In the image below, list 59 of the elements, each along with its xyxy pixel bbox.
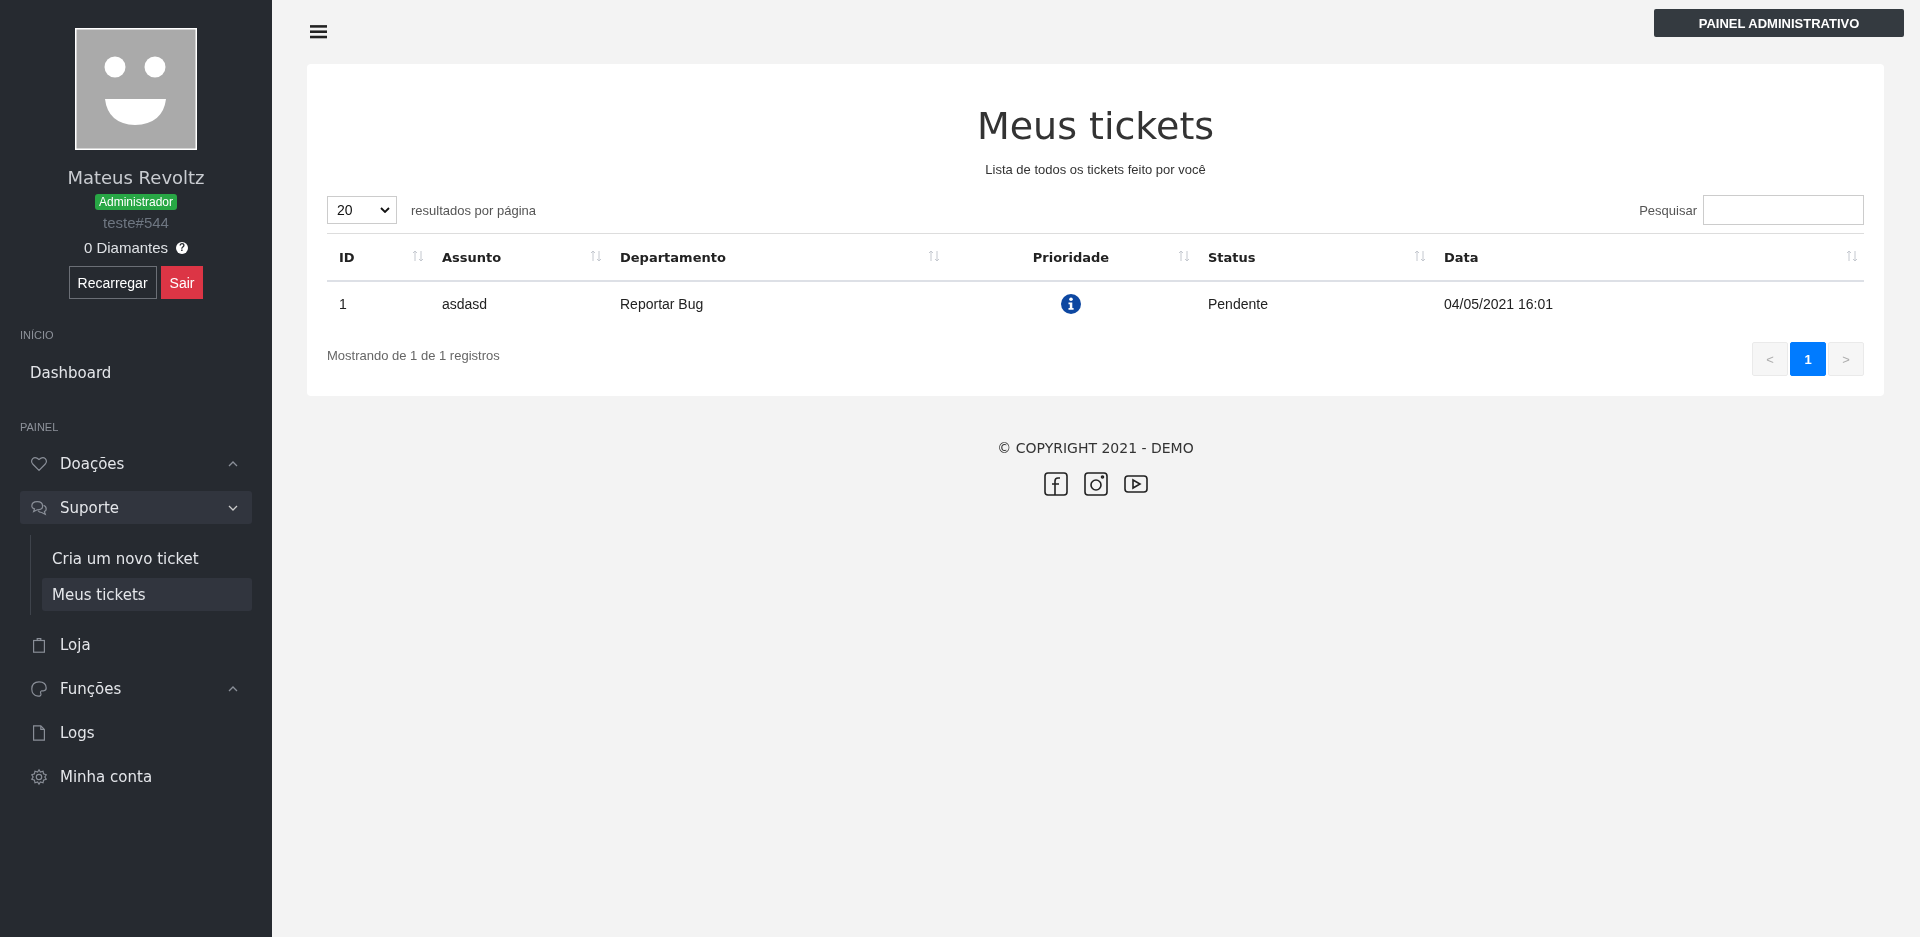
reload-button[interactable]: Recarregar: [68, 266, 157, 299]
menu-item[interactable]: Minha conta: [20, 760, 252, 793]
copyright-text: © COPYRIGHT 2021 - DEMO: [997, 440, 1194, 456]
table-cell: asdasd: [442, 296, 488, 312]
page-button[interactable]: 1: [1790, 342, 1826, 376]
gear-icon: [30, 767, 48, 786]
menu-item[interactable]: Dashboard: [20, 355, 252, 391]
table-cell: 04/05/2021 16:01: [1444, 296, 1553, 312]
user-tag: teste#544: [103, 214, 169, 231]
palette-icon: [30, 679, 48, 698]
role-badge: Administrador: [95, 194, 177, 210]
page-title: Meus tickets: [975, 104, 1216, 148]
user-name: Mateus Revoltz: [67, 167, 205, 188]
caret-icon: [380, 207, 390, 213]
file-icon: [30, 723, 48, 742]
section-heading: PAINEL: [20, 421, 60, 433]
help-icon[interactable]: ?: [176, 241, 189, 254]
menu-item[interactable]: Logs: [20, 716, 252, 749]
bag-icon: [30, 635, 48, 654]
page-subtitle: Lista de todos os tickets feito por você: [984, 162, 1207, 177]
submenu-item[interactable]: Cria um novo ticket: [42, 542, 252, 575]
per-page-select[interactable]: 20: [327, 196, 397, 224]
admin-panel-button[interactable]: PAINEL ADMINISTRATIVO: [1654, 9, 1904, 37]
chevron-icon: [228, 685, 238, 692]
search-label: Pesquisar: [1639, 202, 1697, 218]
sort-icon: [928, 250, 940, 262]
menu-icon[interactable]: [310, 23, 327, 39]
sort-icon: [412, 250, 424, 262]
menu-item[interactable]: Doações: [20, 447, 252, 480]
records-info: Mostrando de 1 de 1 registros: [327, 347, 500, 363]
play-icon[interactable]: [1123, 472, 1148, 496]
diamonds-count: 0 Diamantes: [83, 239, 169, 256]
instagram-icon[interactable]: [1083, 472, 1108, 496]
chevron-icon: [228, 460, 238, 467]
chat-icon: [30, 498, 48, 517]
chevron-icon: [228, 504, 238, 511]
column-header[interactable]: Status: [1196, 233, 1432, 281]
column-header[interactable]: Data: [1432, 233, 1864, 281]
sort-icon: [1846, 250, 1858, 262]
table-cell: Reportar Bug: [620, 296, 704, 312]
section-heading: INÍCIO: [20, 329, 55, 341]
search-field[interactable]: [1703, 195, 1864, 225]
submenu-item[interactable]: Meus tickets: [42, 578, 252, 611]
logout-button[interactable]: Sair: [160, 266, 204, 299]
facebook-icon[interactable]: [1043, 472, 1068, 496]
table-cell: Pendente: [1208, 296, 1268, 312]
menu-item[interactable]: Loja: [20, 628, 252, 661]
sort-icon: [1414, 250, 1426, 262]
column-header[interactable]: Departamento: [608, 233, 946, 281]
column-header[interactable]: Prioridade: [946, 233, 1196, 281]
sort-icon: [1178, 250, 1190, 262]
sort-icon: [590, 250, 602, 262]
per-page-label: resultados por página: [411, 202, 537, 218]
column-header[interactable]: Assunto: [430, 233, 608, 281]
menu-item[interactable]: Suporte: [20, 491, 252, 524]
menu-item[interactable]: Funções: [20, 672, 252, 705]
table-cell: 1: [339, 296, 347, 312]
heart-icon: [30, 454, 48, 473]
column-header[interactable]: ID: [327, 233, 430, 281]
